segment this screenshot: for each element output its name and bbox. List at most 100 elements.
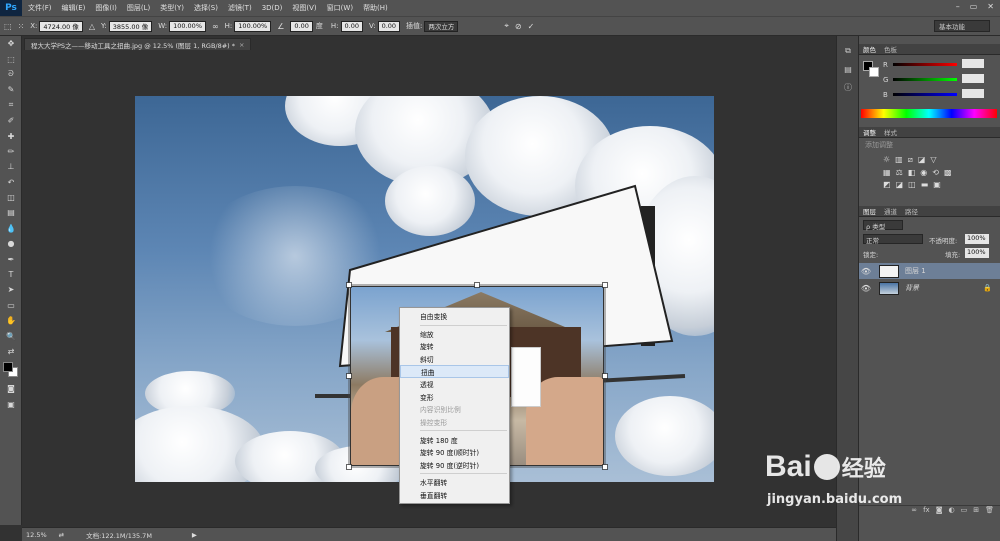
w-input[interactable]: 100.00% [169,20,206,32]
screen-mode-icon[interactable]: ▣ [0,397,22,412]
stamp-tool-icon[interactable]: ⊥ [0,159,22,174]
delete-layer-icon[interactable]: 🗑 [985,506,994,517]
quick-select-tool-icon[interactable]: ✎ [0,82,22,97]
pen-tool-icon[interactable]: ✒ [0,251,22,266]
color-swatches[interactable] [0,359,22,381]
background-color-swatch[interactable] [869,67,879,77]
menu-flip-horizontal[interactable]: 水平翻转 [400,476,509,489]
tab-paths[interactable]: 路径 [905,206,918,216]
menu-layer[interactable]: 图层(L) [127,3,150,13]
r-slider[interactable] [893,63,957,66]
brush-tool-icon[interactable]: ✏ [0,144,22,159]
status-icon[interactable]: ⇄ [59,531,64,539]
healing-brush-tool-icon[interactable]: ✚ [0,128,22,143]
menu-view[interactable]: 视图(V) [292,3,316,13]
interpolation-select[interactable]: 两次立方 [424,20,459,32]
lasso-tool-icon[interactable]: ᘐ [0,67,22,82]
crop-tool-icon[interactable]: ⌗ [0,98,22,113]
black-white-icon[interactable]: ◧ [908,168,916,177]
swap-colors-icon[interactable]: ⇄ [0,344,22,359]
tab-channels[interactable]: 通道 [884,206,897,216]
invert-icon[interactable]: ◩ [883,180,891,189]
document-tab[interactable]: 程大大学PS之——移动工具之扭曲.jpg @ 12.5% (图层 1, RGB/… [24,38,252,50]
photo-filter-icon[interactable]: ◉ [920,168,927,177]
vibrance-icon[interactable]: ▽ [930,155,936,165]
menu-edit[interactable]: 编辑(E) [62,3,86,13]
tab-layers[interactable]: 图层 [863,206,876,216]
properties-panel-icon[interactable]: ▤ [837,60,859,78]
reference-point-icon[interactable]: ⁙ [18,22,25,31]
channel-mixer-icon[interactable]: ⟲ [932,168,939,177]
g-input[interactable] [962,74,984,83]
h-input[interactable]: 100.00% [234,20,272,32]
status-menu-arrow-icon[interactable]: ▶ [192,531,197,539]
menu-rotate-90-cw[interactable]: 旋转 90 度(顺时针) [400,446,509,459]
blur-tool-icon[interactable]: 💧 [0,221,22,236]
hand-tool-icon[interactable]: ✋ [0,313,22,328]
layer-kind-filter[interactable]: ρ 类型 [863,220,903,231]
exposure-icon[interactable]: ◪ [918,155,926,165]
info-panel-icon[interactable]: ⓘ [837,78,859,96]
delta-icon[interactable]: △ [89,22,95,31]
menu-file[interactable]: 文件(F) [28,3,52,13]
gradient-map-icon[interactable]: ▬ [921,180,929,189]
vskew-input[interactable]: 0.00 [377,20,401,32]
close-document-icon[interactable]: × [239,41,244,49]
new-adjustment-icon[interactable]: ◐ [949,506,955,517]
b-input[interactable] [962,89,984,98]
menu-image[interactable]: 图像(I) [95,3,117,13]
levels-icon[interactable]: ▥ [895,155,903,165]
layer-row-background[interactable]: 👁 背景 🔒 [859,280,1000,296]
tab-adjustments[interactable]: 调整 [863,127,876,137]
brightness-icon[interactable]: ☼ [883,155,890,165]
opacity-input[interactable]: 100% [965,234,989,244]
path-select-tool-icon[interactable]: ➤ [0,282,22,297]
zoom-tool-icon[interactable]: 🔍 [0,328,22,343]
menu-3d[interactable]: 3D(D) [262,4,283,12]
gradient-tool-icon[interactable]: ▤ [0,205,22,220]
eyedropper-tool-icon[interactable]: ✐ [0,113,22,128]
visibility-eye-icon[interactable]: 👁 [859,284,873,293]
posterize-icon[interactable]: ◪ [896,180,904,189]
menu-window[interactable]: 窗口(W) [327,3,353,13]
type-tool-icon[interactable]: T [0,267,22,282]
color-lookup-icon[interactable]: ▩ [944,168,952,177]
menu-type[interactable]: 类型(Y) [160,3,184,13]
layer-row-1[interactable]: 👁 图层 1 [859,263,1000,279]
dodge-tool-icon[interactable]: ● [0,236,22,251]
warp-mode-icon[interactable]: ⌖ [504,21,509,31]
menu-help[interactable]: 帮助(H) [363,3,388,13]
r-input[interactable] [962,59,984,68]
color-balance-icon[interactable]: ⚖ [896,168,903,177]
angle-input[interactable]: 0.00 [290,20,313,32]
cancel-transform-icon[interactable]: ⊘ [515,22,522,31]
tab-styles[interactable]: 样式 [884,127,897,137]
tab-swatches[interactable]: 色板 [884,44,897,54]
menu-rotate-90-ccw[interactable]: 旋转 90 度(逆时针) [400,459,509,472]
link-icon[interactable]: ∞ [212,22,219,31]
blend-mode-select[interactable]: 正常 [863,234,923,245]
g-slider[interactable] [893,78,957,81]
menu-rotate[interactable]: 旋转 [400,340,509,353]
layer-name[interactable]: 背景 [905,283,919,293]
menu-perspective[interactable]: 透视 [400,378,509,391]
commit-transform-icon[interactable]: ✓ [528,22,535,31]
threshold-icon[interactable]: ◫ [908,180,916,189]
menu-free-transform[interactable]: 自由变换 [400,310,509,323]
restore-button[interactable]: ▭ [970,2,978,11]
hskew-input[interactable]: 0.00 [340,20,363,32]
b-slider[interactable] [893,93,957,96]
menu-select[interactable]: 选择(S) [194,3,218,13]
y-input[interactable]: 3855.00 像 [108,20,153,32]
menu-rotate-180[interactable]: 旋转 180 度 [400,433,509,446]
menu-flip-vertical[interactable]: 垂直翻转 [400,489,509,502]
eraser-tool-icon[interactable]: ◫ [0,190,22,205]
menu-filter[interactable]: 滤镜(T) [228,3,252,13]
close-window-button[interactable]: ✕ [987,2,994,11]
color-spectrum-ramp[interactable] [861,109,997,118]
menu-scale[interactable]: 缩放 [400,328,509,341]
history-panel-icon[interactable]: ⧉ [837,42,859,60]
minimize-button[interactable]: – [956,2,960,11]
move-tool-icon[interactable]: ✥ [0,36,22,51]
menu-distort[interactable]: 扭曲 [400,365,509,378]
